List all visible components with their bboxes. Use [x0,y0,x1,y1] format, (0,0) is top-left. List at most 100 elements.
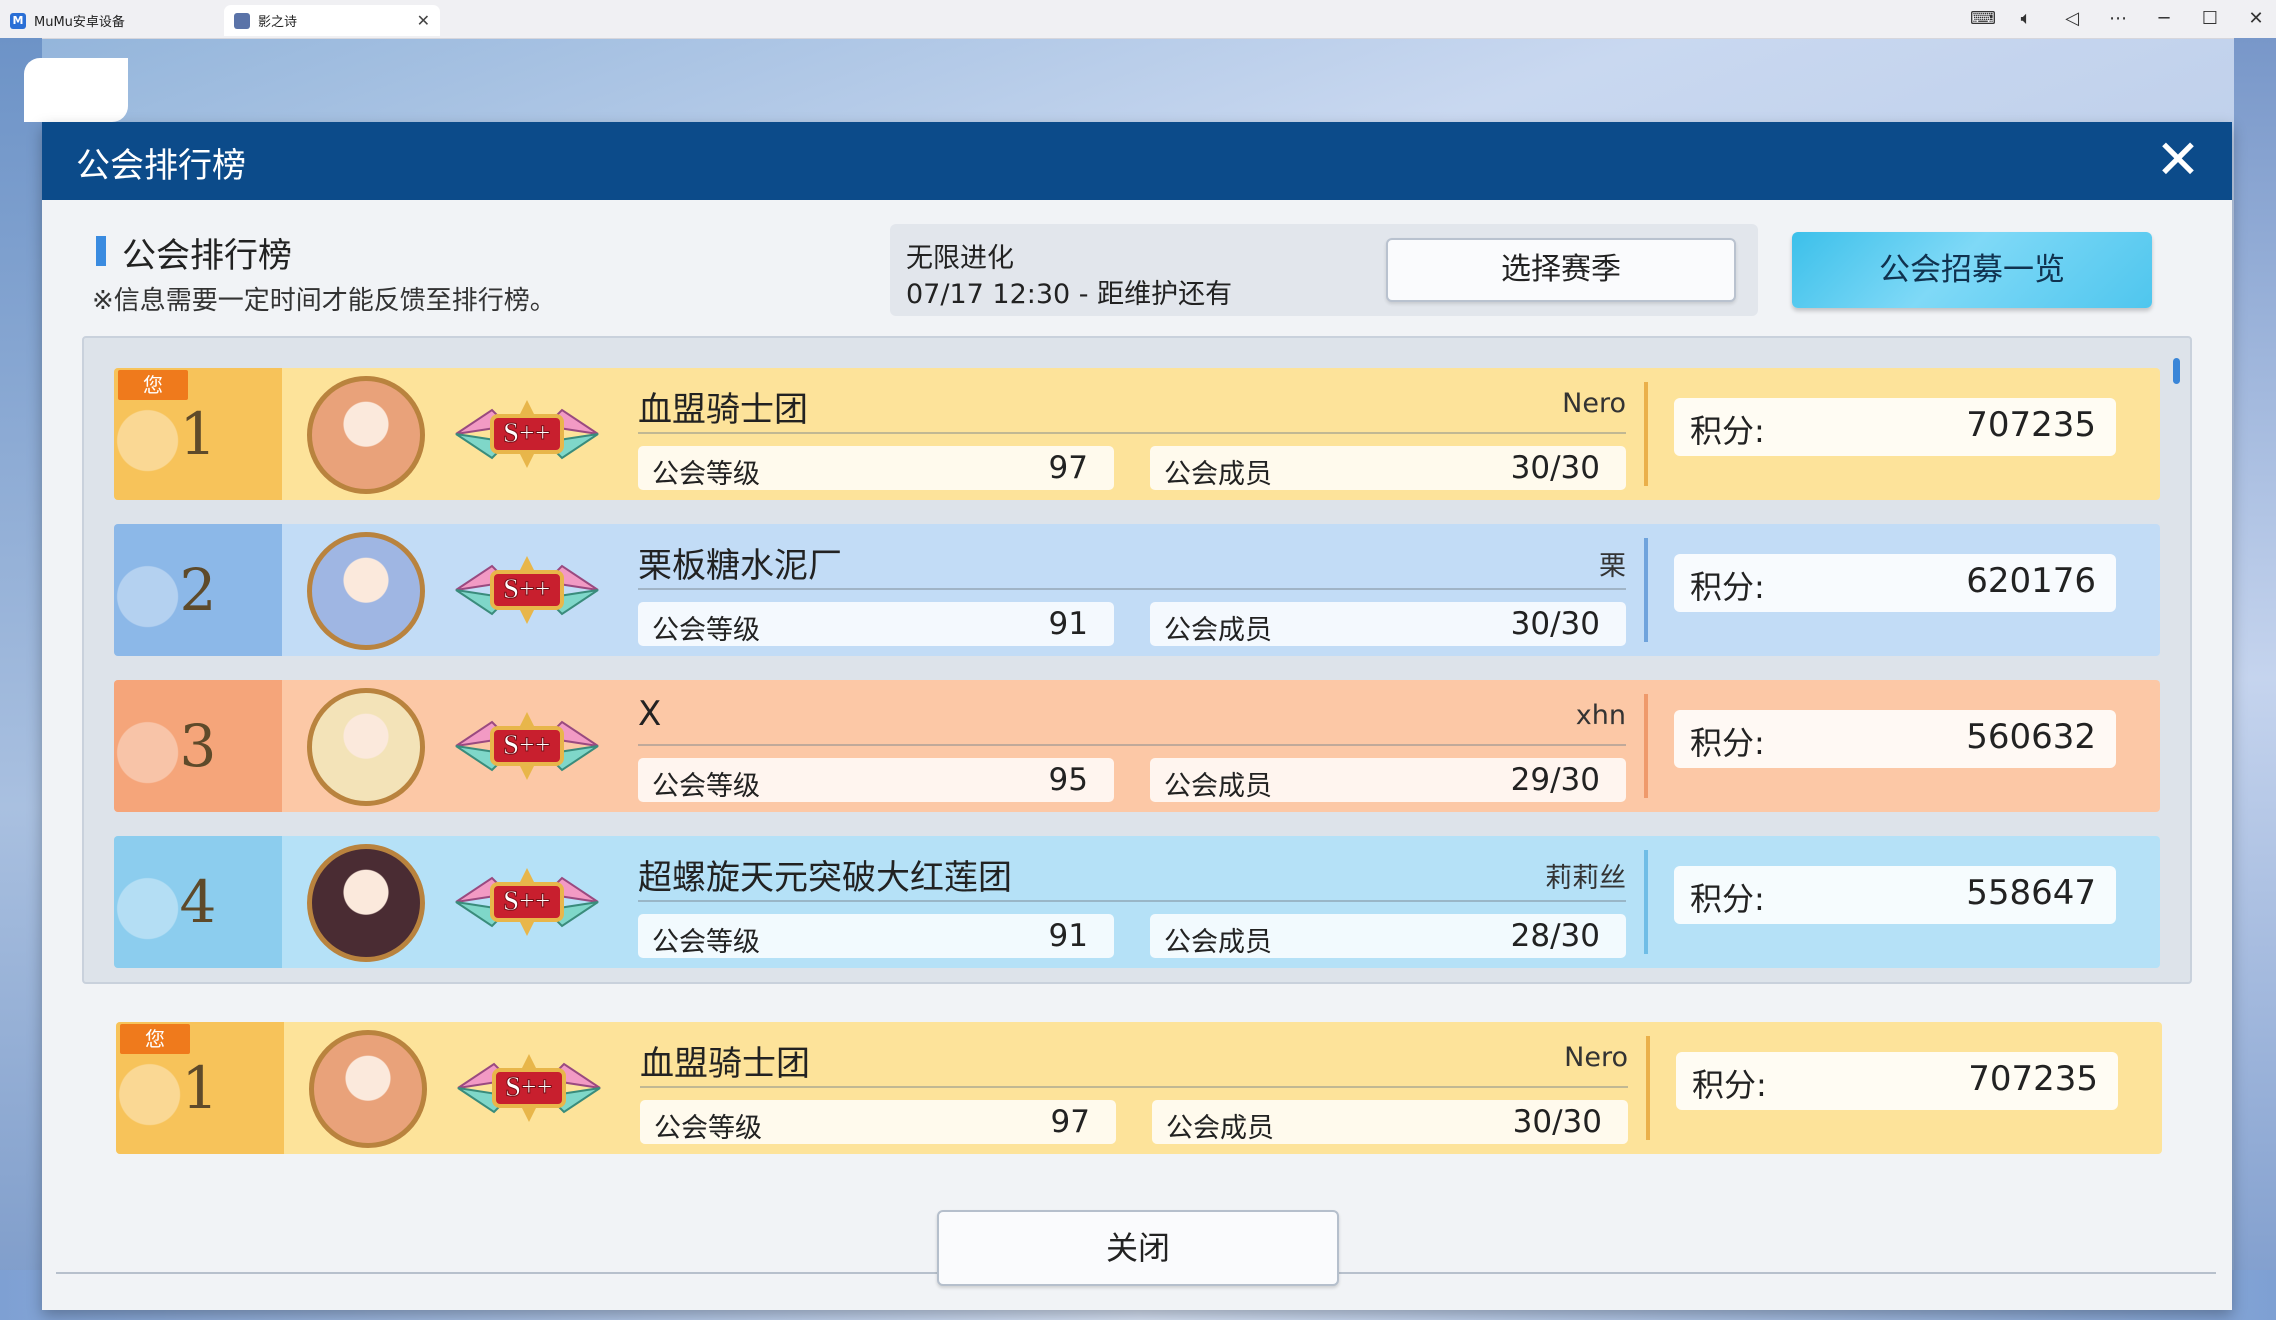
game-viewport: 公会排行榜 ✕ 公会排行榜 ※信息需要一定时间才能反馈至排行榜。 无限进化 07… [0,38,2276,1320]
guild-name: 血盟骑士团 [640,1044,810,1084]
guild-members-value: 29/30 [1510,762,1600,798]
row-divider [1644,694,1648,798]
ranking-row[interactable]: 4 S++ 超螺旋天元突破大红莲团 莉莉丝 公会等级 91 公会成员 28/30 积分: 5586… [114,836,2160,968]
rank-cell: 2 [114,524,282,656]
row-divider [1644,382,1648,486]
guild-level-value: 95 [1048,762,1088,798]
more-icon[interactable]: ⋯ [2108,8,2128,29]
section-marker [96,236,106,266]
dialog-close-icon[interactable]: ✕ [2150,132,2206,188]
guild-members-label: 公会成员 [1164,459,1272,490]
rank-cell: 1您 [114,368,282,500]
guild-level-label: 公会等级 [652,615,760,646]
guild-level-label: 公会等级 [654,1113,762,1144]
score-value: 707235 [1966,405,2096,445]
grade-label: S++ [503,886,550,917]
guild-level-label: 公会等级 [652,771,760,802]
rank-number: 2 [179,556,217,624]
guild-avatar[interactable] [307,532,425,650]
maximize-icon[interactable]: ☐ [2200,8,2220,29]
score-label: 积分: [1690,724,1765,762]
keyboard-icon[interactable]: ⌨ [1970,8,1996,29]
you-badge: 您 [118,370,188,400]
dialog-header: 公会排行榜 ✕ [42,122,2232,200]
season-panel: 无限进化 07/17 12:30 - 距维护还有 选择赛季 [890,224,1758,316]
volume-icon[interactable]: 🔈︎ [2016,8,2036,29]
grade-label: S++ [503,730,550,761]
guild-members-label: 公会成员 [1166,1113,1274,1144]
score-box: 积分: 560632 [1674,710,2116,768]
row-divider [1644,850,1648,954]
score-label: 积分: [1690,412,1765,450]
close-button[interactable]: 关闭 [937,1210,1339,1286]
score-label: 积分: [1692,1066,1767,1104]
grade-label: S++ [503,418,550,449]
guild-members-box: 公会成员 29/30 [1150,758,1626,802]
guild-name: 超螺旋天元突破大红莲团 [638,858,1012,898]
info-note: ※信息需要一定时间才能反馈至排行榜。 [92,286,556,316]
score-value: 620176 [1966,561,2096,601]
tab-close-icon[interactable]: ✕ [417,11,430,30]
rank-cell: 3 [114,680,282,812]
rank-number: 3 [179,712,217,780]
guild-ranking-dialog: 公会排行榜 ✕ 公会排行榜 ※信息需要一定时间才能反馈至排行榜。 无限进化 07… [42,122,2232,1310]
season-schedule: 07/17 12:30 - 距维护还有 [906,279,1233,310]
score-box: 积分: 707235 [1674,398,2116,456]
tab-mumu-device[interactable]: M MuMu安卓设备 [10,5,210,36]
score-box: 积分: 707235 [1676,1052,2118,1110]
tab-game[interactable]: 影之诗 ✕ [224,5,440,36]
row-divider [1646,1036,1650,1140]
grade-emblem-icon: S++ [455,712,599,780]
guild-name: 栗板糖水泥厂 [638,546,842,586]
guild-level-value: 97 [1050,1104,1090,1140]
guild-level-box: 公会等级 91 [638,602,1114,646]
section-title: 公会排行榜 [122,236,292,276]
grade-emblem-icon: S++ [455,868,599,936]
background-left [0,38,42,1320]
tab-label: MuMu安卓设备 [34,15,125,30]
ranking-row[interactable]: 3 S++ Xxhn 公会等级 95 公会成员 29/30 积分: 560632 [114,680,2160,812]
guild-level-box: 公会等级 97 [640,1100,1116,1144]
close-icon[interactable]: ✕ [2246,8,2266,29]
back-triangle-icon[interactable]: ◁ [2062,8,2082,29]
grade-label: S++ [503,574,550,605]
guild-level-value: 91 [1048,918,1088,954]
divider [638,744,1626,746]
ranking-row[interactable]: 1 您 S++ 血盟骑士团 Nero 公会等级 97 公会成员 30/30 积分: 707235 [116,1022,2162,1154]
guild-leader: Nero [1562,388,1626,419]
guild-members-label: 公会成员 [1164,615,1272,646]
guild-members-value: 30/30 [1510,606,1600,642]
ranking-row[interactable]: 2 S++ 栗板糖水泥厂 栗公会等级 91 公会成员 30/30 积分: 620176 [114,524,2160,656]
rank-cell: 1您 [116,1022,284,1154]
divider [638,588,1626,590]
ranking-list[interactable]: 1 您 S++ 血盟骑士团 Nero 公会等级 97 公会成员 30/30 积分: 707235 2 S… [82,336,2192,984]
rank-cell: 4 [114,836,282,968]
guild-members-value: 30/30 [1512,1104,1602,1140]
guild-members-box: 公会成员 30/30 [1150,446,1626,490]
select-season-button[interactable]: 选择赛季 [1386,238,1736,302]
guild-level-box: 公会等级 97 [638,446,1114,490]
guild-avatar[interactable] [307,376,425,494]
divider [640,1086,1628,1088]
you-badge: 您 [120,1024,190,1054]
guild-leader: 栗 [1599,551,1626,582]
guild-members-value: 30/30 [1510,450,1600,486]
dialog-title: 公会排行榜 [76,146,246,186]
guild-avatar[interactable] [307,688,425,806]
guild-recruit-button[interactable]: 公会招募一览 [1792,232,2152,308]
minimize-icon[interactable]: ─ [2154,8,2174,29]
guild-avatar[interactable] [309,1030,427,1148]
score-value: 558647 [1966,873,2096,913]
guild-members-value: 28/30 [1510,918,1600,954]
guild-members-label: 公会成员 [1164,927,1272,958]
score-value: 707235 [1968,1059,2098,1099]
ranking-row[interactable]: 1 您 S++ 血盟骑士团 Nero 公会等级 97 公会成员 30/30 积分: 707235 [114,368,2160,500]
guild-avatar[interactable] [307,844,425,962]
game-back-button[interactable] [24,58,128,122]
row-divider [1644,538,1648,642]
guild-level-box: 公会等级 91 [638,914,1114,958]
guild-level-label: 公会等级 [652,459,760,490]
grade-label: S++ [505,1072,552,1103]
list-scrollbar[interactable] [2173,358,2180,384]
rank-number: 4 [179,868,217,936]
